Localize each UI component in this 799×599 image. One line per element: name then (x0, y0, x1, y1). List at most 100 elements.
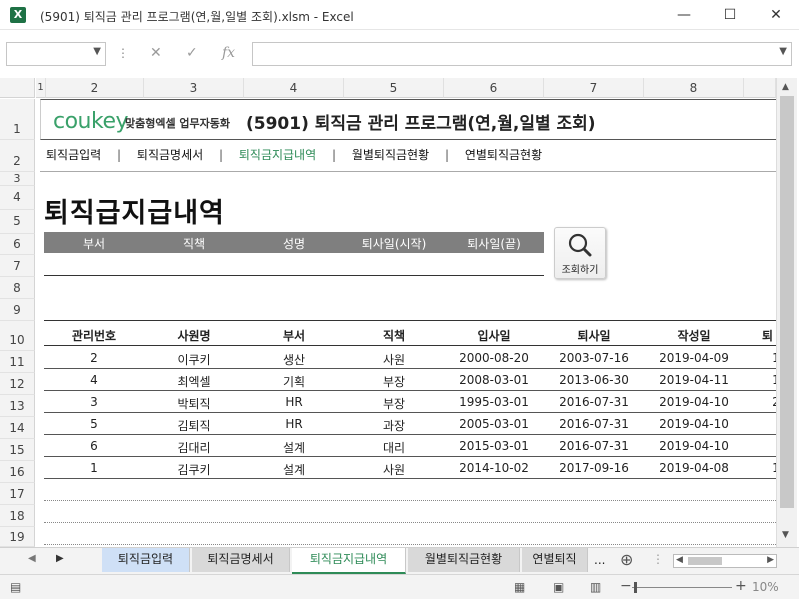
filter-input-row[interactable] (44, 275, 544, 276)
row-header[interactable]: 12 (0, 373, 35, 395)
scroll-down-icon[interactable]: ▼ (782, 530, 789, 540)
menu-separator: | (444, 148, 449, 162)
formula-bar-grip[interactable]: ⋮ (117, 46, 129, 60)
tab-scroll-right-icon[interactable]: ▶ (56, 553, 64, 564)
excel-app-icon[interactable]: X (10, 7, 26, 23)
row-header[interactable]: 10 (0, 321, 35, 351)
row-header[interactable]: 5 (0, 210, 35, 234)
formula-input[interactable]: ▼ (252, 42, 792, 66)
column-header[interactable] (744, 78, 776, 98)
table-row[interactable]: 3 박퇴직 HR 부장 1995-03-01 2016-07-31 2019-0… (44, 391, 776, 413)
menu-item-retirement-statement[interactable]: 퇴직금명세서 (137, 146, 203, 163)
tab-scroll-left-icon[interactable]: ◀ (28, 553, 36, 564)
page-break-view-icon[interactable]: ▥ (590, 580, 601, 594)
horizontal-scrollbar[interactable]: ◀ ▶ (673, 554, 777, 568)
menu-item-payment-history[interactable]: 퇴직금지급내역 (239, 146, 316, 163)
row-header[interactable]: 16 (0, 461, 35, 483)
macro-record-icon[interactable]: ▤ (10, 580, 21, 594)
row-header[interactable]: 18 (0, 505, 35, 527)
row-header[interactable]: 11 (0, 351, 35, 373)
row-header[interactable]: 17 (0, 483, 35, 505)
table-row[interactable] (44, 523, 776, 545)
maximize-button[interactable]: ☐ (707, 0, 753, 30)
row-header[interactable]: 6 (0, 234, 35, 255)
table-cell: 2019-04-09 (659, 351, 729, 365)
zoom-slider-thumb[interactable] (634, 582, 637, 593)
more-tabs-button[interactable]: ... (594, 553, 605, 567)
minimize-button[interactable]: — (661, 0, 707, 30)
column-header[interactable]: 8 (644, 78, 744, 98)
select-all-corner[interactable] (0, 78, 35, 98)
row-header[interactable]: 19 (0, 527, 35, 547)
table-header-cell: 퇴사일 (577, 329, 611, 343)
scroll-up-icon[interactable]: ▲ (782, 82, 789, 92)
row-header[interactable]: 13 (0, 395, 35, 417)
scroll-right-icon[interactable]: ▶ (767, 555, 774, 565)
row-header[interactable]: 8 (0, 277, 35, 299)
sheet-tab-retirement-statement[interactable]: 퇴직금명세서 (192, 548, 290, 572)
row-header[interactable]: 14 (0, 417, 35, 439)
insert-function-icon[interactable]: fx (222, 45, 235, 61)
menu-item-monthly-status[interactable]: 월별퇴직금현황 (352, 146, 429, 163)
table-row[interactable]: 1 김쿠키 설계 사원 2014-10-02 2017-09-16 2019-0… (44, 457, 776, 479)
row-header[interactable]: 3 (0, 172, 35, 186)
table-row[interactable]: 4 최엑셀 기획 부장 2008-03-01 2013-06-30 2019-0… (44, 369, 776, 391)
horizontal-scrollbar-thumb[interactable] (688, 557, 722, 565)
worksheet-grid[interactable]: coukey 맞춤형엑셀 업무자동화 (5901) 퇴직금 관리 프로그램(연,… (36, 99, 776, 547)
row-header[interactable]: 9 (0, 299, 35, 321)
table-cell: 1995-03-01 (459, 395, 529, 409)
sheet-tab-payment-history[interactable]: 퇴직금지급내역 (292, 548, 406, 574)
column-header[interactable]: 3 (144, 78, 244, 98)
page-layout-view-icon[interactable]: ▣ (553, 580, 564, 594)
zoom-slider[interactable] (632, 587, 732, 588)
zoom-in-button[interactable]: + (735, 578, 747, 594)
column-header[interactable]: 4 (244, 78, 344, 98)
table-row[interactable]: 6 김대리 설계 대리 2015-03-01 2016-07-31 2019-0… (44, 435, 776, 457)
table-cell: 기획 (282, 375, 306, 389)
zoom-out-button[interactable]: − (620, 578, 632, 594)
vertical-scrollbar[interactable]: ▲ ▼ (776, 78, 797, 547)
row-header[interactable]: 2 (0, 140, 35, 172)
table-header: 관리번호 사원명 부서 직책 입사일 퇴사일 작성일 퇴 (44, 320, 776, 346)
name-box[interactable]: ▼ (6, 42, 106, 66)
search-button[interactable]: 조회하기 (554, 227, 606, 279)
enter-icon[interactable]: ✓ (186, 45, 198, 61)
scrollbar-thumb[interactable] (780, 96, 794, 508)
tabs-splitter[interactable]: ⋮ (652, 552, 664, 566)
table-row[interactable] (44, 501, 776, 523)
table-row[interactable]: 2 이쿠키 생산 사원 2000-08-20 2003-07-16 2019-0… (44, 347, 776, 369)
column-header[interactable]: 1 (36, 78, 46, 98)
row-header[interactable]: 7 (0, 255, 35, 277)
brand-header: coukey 맞춤형엑셀 업무자동화 (5901) 퇴직금 관리 프로그램(연,… (40, 99, 776, 140)
chevron-down-icon[interactable]: ▼ (93, 46, 101, 57)
table-cell: 2000-08-20 (459, 351, 529, 365)
column-header[interactable]: 5 (344, 78, 444, 98)
column-header[interactable]: 7 (544, 78, 644, 98)
scroll-left-icon[interactable]: ◀ (676, 555, 683, 565)
table-row[interactable]: 5 김퇴직 HR 과장 2005-03-01 2016-07-31 2019-0… (44, 413, 776, 435)
row-header[interactable]: 4 (0, 186, 35, 210)
column-header[interactable]: 2 (46, 78, 144, 98)
table-cell: HR (285, 417, 303, 431)
close-button[interactable]: ✕ (753, 0, 799, 30)
table-header-cell: 직책 (382, 329, 406, 343)
chevron-down-icon[interactable]: ▼ (779, 46, 787, 57)
table-cell: 3 (90, 395, 98, 409)
sheet-tabs-bar: ◀ ▶ 퇴직금입력 퇴직금명세서 퇴직금지급내역 월별퇴직금현황 연별퇴직 ..… (0, 547, 799, 574)
zoom-level[interactable]: 10% (752, 580, 779, 594)
add-sheet-icon[interactable]: ⊕ (620, 550, 633, 569)
menu-item-retirement-input[interactable]: 퇴직금입력 (46, 146, 101, 163)
table-header-cell: 사원명 (177, 329, 211, 343)
sheet-tab-yearly-status[interactable]: 연별퇴직 (522, 548, 588, 572)
row-header[interactable]: 15 (0, 439, 35, 461)
row-header[interactable]: 1 (0, 99, 35, 140)
cancel-icon[interactable]: ✕ (150, 45, 162, 61)
table-cell: 4 (90, 373, 98, 387)
normal-view-icon[interactable]: ▦ (514, 580, 525, 594)
column-header[interactable]: 6 (444, 78, 544, 98)
sheet-tab-retirement-input[interactable]: 퇴직금입력 (102, 548, 190, 572)
table-row[interactable] (44, 479, 776, 501)
filter-label-leave-end: 퇴사일(끝) (467, 237, 521, 251)
sheet-tab-monthly-status[interactable]: 월별퇴직금현황 (408, 548, 520, 572)
menu-item-yearly-status[interactable]: 연별퇴직금현황 (465, 146, 542, 163)
